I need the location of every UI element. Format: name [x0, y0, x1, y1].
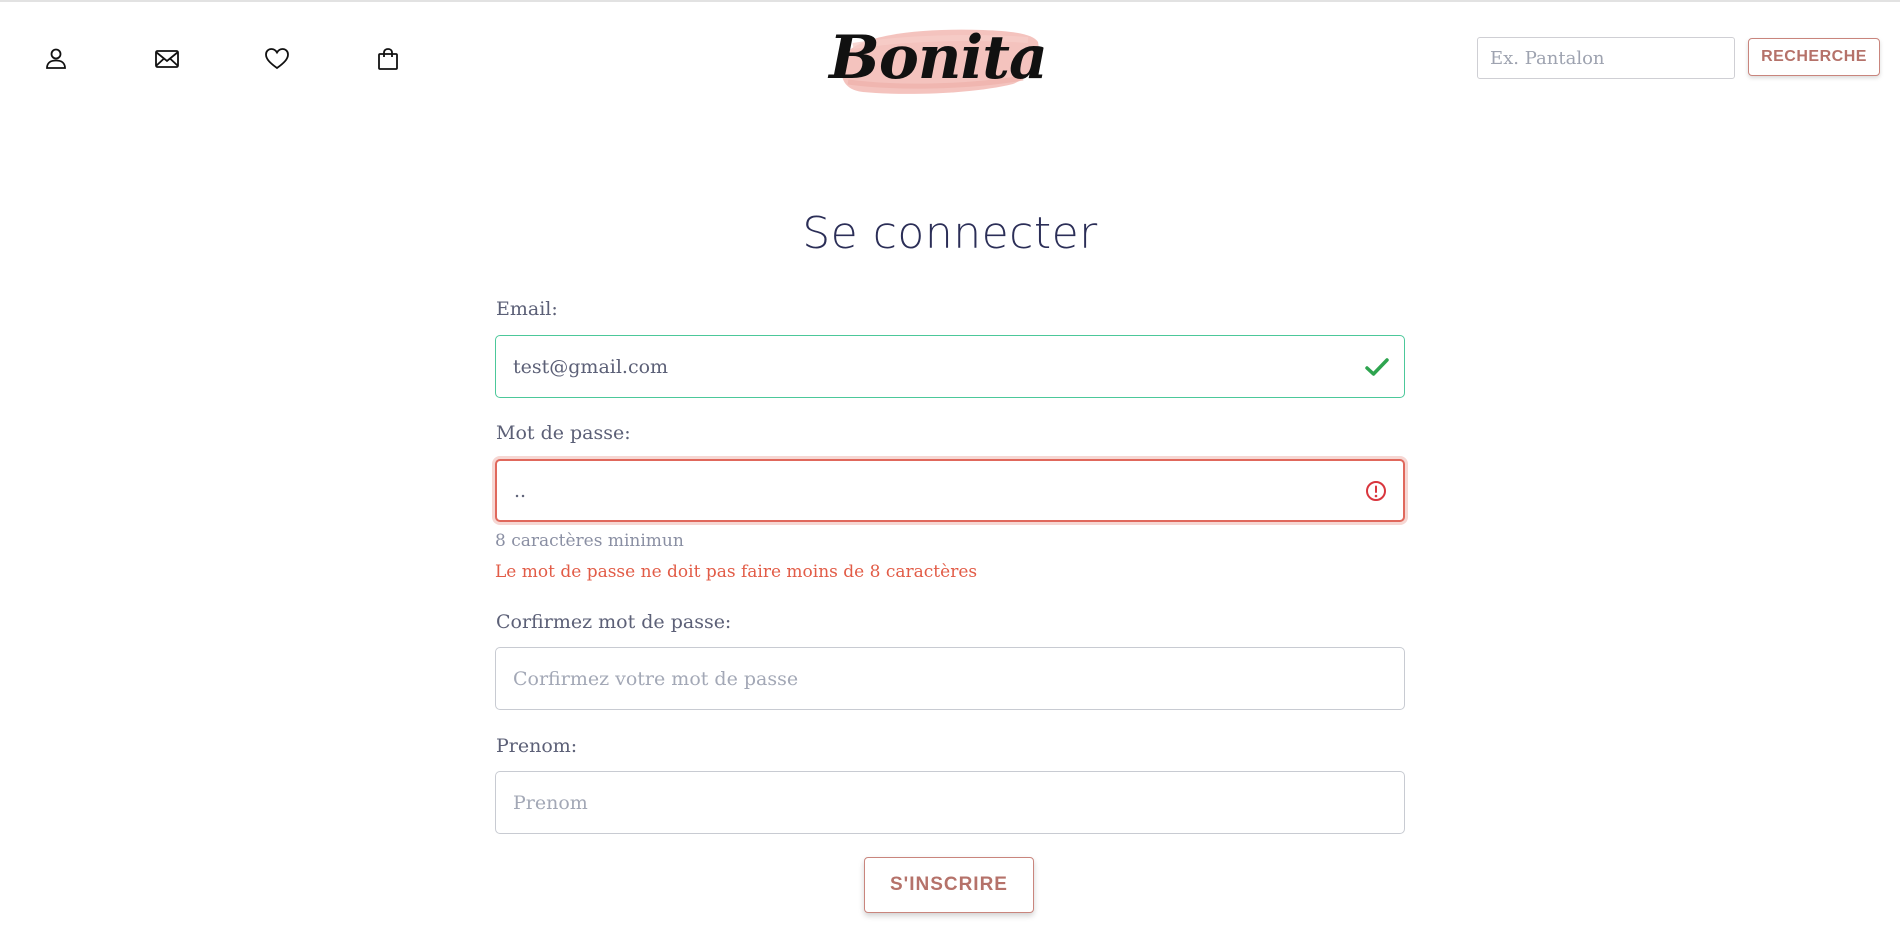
first-name-field-wrapper: [495, 771, 1405, 834]
password-hint: 8 caractères minimun: [495, 531, 684, 551]
search-input[interactable]: [1477, 37, 1735, 79]
email-field-wrapper: [495, 335, 1405, 398]
shopping-bag-icon[interactable]: [373, 44, 403, 74]
password-field-wrapper: [495, 459, 1405, 522]
heart-icon[interactable]: [262, 44, 292, 74]
first-name-label: Prenom:: [496, 735, 578, 757]
password-label: Mot de passe:: [496, 422, 631, 444]
user-icon[interactable]: [41, 44, 71, 74]
email-label: Email:: [496, 298, 558, 320]
site-header: Bonita RECHERCHE: [0, 2, 1900, 112]
confirm-password-field[interactable]: [496, 648, 1404, 709]
password-field[interactable]: [497, 461, 1403, 520]
signup-button[interactable]: S'INSCRIRE: [864, 857, 1034, 913]
confirm-password-label: Corfirmez mot de passe:: [496, 611, 732, 633]
confirm-password-field-wrapper: [495, 647, 1405, 710]
email-field[interactable]: [496, 336, 1404, 397]
logo-text: Bonita: [829, 23, 1048, 93]
search-button[interactable]: RECHERCHE: [1748, 38, 1880, 76]
password-error: Le mot de passe ne doit pas faire moins …: [495, 562, 978, 582]
mail-icon[interactable]: [152, 44, 182, 74]
error-icon: [1363, 478, 1389, 504]
page-title: Se connecter: [802, 208, 1098, 259]
site-logo[interactable]: Bonita: [829, 16, 1048, 100]
checkmark-icon: [1364, 354, 1390, 380]
first-name-field[interactable]: [496, 772, 1404, 833]
